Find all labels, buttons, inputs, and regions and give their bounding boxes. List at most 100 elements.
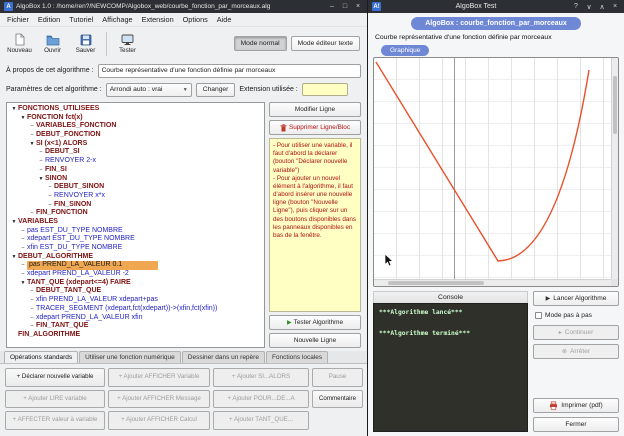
tree-line[interactable]: ▼FONCTION fct(x) (7, 114, 264, 123)
tab-fonctions-locales[interactable]: Fonctions locales (266, 351, 328, 363)
modifier-ligne-button[interactable]: Modifier Ligne (269, 102, 361, 117)
minimize-icon[interactable]: ∨ (584, 3, 594, 11)
expand-arrow-icon[interactable]: ▼ (10, 105, 18, 114)
changer-button[interactable]: Changer (196, 83, 236, 97)
horizontal-scrollbar[interactable] (374, 279, 611, 286)
tree-line[interactable]: ▼FONCTIONS_UTILISEES (7, 105, 264, 114)
close-icon[interactable]: × (353, 3, 363, 10)
tree-line[interactable]: ▼VARIABLES (7, 218, 264, 227)
mode-editeur-texte-button[interactable]: Mode éditeur texte (291, 36, 360, 51)
horizontal-scrollbar-thumb[interactable] (388, 281, 484, 285)
instruction-button[interactable]: + Ajouter SI...ALORS (213, 368, 309, 387)
arrondi-select[interactable]: Arrondi auto : vrai ▼ (106, 83, 192, 97)
tree-line[interactable]: –FIN_FONCTION (7, 209, 264, 218)
extension-input[interactable] (302, 83, 348, 96)
instruction-button[interactable]: Pause (312, 368, 363, 387)
nouvelle-ligne-label: Nouvelle Ligne (294, 337, 336, 344)
tree-branch-line: – (28, 209, 36, 218)
tree-line-text: xdepart EST_DU_TYPE NOMBRE (27, 235, 135, 244)
tree-line[interactable]: ▼SI (x<1) ALORS (7, 140, 264, 149)
checkbox-icon[interactable] (535, 312, 542, 319)
tab-graphique[interactable]: Graphique (381, 45, 429, 56)
instruction-button[interactable]: + AFFECTER valeur à variable (5, 411, 105, 430)
tree-line[interactable]: –VARIABLES_FONCTION (7, 122, 264, 131)
close-icon[interactable]: × (610, 3, 620, 10)
vertical-scrollbar-thumb[interactable] (613, 76, 617, 134)
tab-operations-standards[interactable]: Opérations standards (4, 351, 78, 363)
menu-item-tutoriel[interactable]: Tutoriel (69, 15, 93, 24)
tree-line[interactable]: FIN_ALGORITHME (7, 331, 264, 340)
tree-line[interactable]: –TRACER_SEGMENT (xdepart,fct(xdepart))->… (7, 305, 264, 314)
algorithm-tree[interactable]: ▼FONCTIONS_UTILISEES▼FONCTION fct(x)–VAR… (6, 102, 265, 348)
expand-arrow-icon[interactable]: ▼ (10, 253, 18, 262)
tree-line[interactable]: ▼SINON (7, 175, 264, 184)
expand-arrow-icon[interactable]: ▼ (28, 140, 36, 149)
tree-line[interactable]: –FIN_TANT_QUE (7, 322, 264, 331)
instruction-button[interactable]: + Ajouter AFFICHER Message (108, 390, 210, 409)
instruction-button[interactable]: + Ajouter AFFICHER Calcul (108, 411, 210, 430)
right-titlebar[interactable]: A! AlgoBox Test ? ∨ ∧ × (368, 0, 624, 13)
vertical-scrollbar[interactable] (611, 58, 618, 279)
tree-line[interactable]: –FIN_SI (7, 166, 264, 175)
tree-line[interactable]: ▼TANT_QUE (xdepart<=4) FAIRE (7, 279, 264, 288)
instruction-button[interactable]: + Ajouter AFFICHER Variable (108, 368, 210, 387)
instruction-button[interactable]: Commentaire (312, 390, 363, 409)
expand-arrow-icon[interactable]: ▼ (37, 175, 45, 184)
tree-line[interactable]: –xdepart PREND_LA_VALEUR -2 (7, 270, 264, 279)
tree-line[interactable]: –FIN_SINON (7, 201, 264, 210)
tester-algorithme-button[interactable]: ▶ Tester Algorithme (269, 315, 361, 330)
menu-item-affichage[interactable]: Affichage (102, 15, 132, 24)
mode-normal-button[interactable]: Mode normal (234, 36, 287, 51)
tree-line[interactable]: –DEBUT_TANT_QUE (7, 287, 264, 296)
save-icon (80, 34, 92, 46)
ouvrir-button[interactable]: Ouvrir (37, 29, 68, 59)
tree-line[interactable]: –pas EST_DU_TYPE NOMBRE (7, 227, 264, 236)
graph-plot-area[interactable] (374, 58, 611, 279)
tree-line[interactable]: –DEBUT_SINON (7, 183, 264, 192)
lancer-algorithme-button[interactable]: ▶ Lancer Algorithme (533, 291, 619, 306)
instruction-button[interactable]: + Ajouter POUR...DE...A (213, 390, 309, 409)
expand-arrow-icon[interactable]: ▼ (19, 114, 27, 123)
expand-arrow-icon[interactable]: ▼ (19, 279, 27, 288)
menu-item-fichier[interactable]: Fichier (7, 15, 29, 24)
tree-line[interactable]: –xfin PREND_LA_VALEUR xdepart+pas (7, 296, 264, 305)
instruction-button[interactable]: + Ajouter TANT_QUE... (213, 411, 309, 430)
tree-line[interactable]: –RENVOYER x*x (7, 192, 264, 201)
nouveau-button[interactable]: Nouveau (4, 29, 35, 59)
minimize-icon[interactable]: – (327, 3, 337, 10)
tree-line[interactable]: ▼DEBUT_ALGORITHME (7, 253, 264, 262)
tree-line[interactable]: –xfin EST_DU_TYPE NOMBRE (7, 244, 264, 253)
tree-line[interactable]: –DEBUT_SI (7, 148, 264, 157)
tree-branch-line: – (37, 166, 45, 175)
maximize-icon[interactable]: ∧ (597, 3, 607, 11)
fermer-button[interactable]: Fermer (533, 417, 619, 432)
tree-line[interactable]: –xdepart EST_DU_TYPE NOMBRE (7, 235, 264, 244)
about-input[interactable] (98, 64, 361, 78)
tree-line[interactable]: –RENVOYER 2-x (7, 157, 264, 166)
nouvelle-ligne-button[interactable]: Nouvelle Ligne (269, 333, 361, 348)
instruction-button[interactable]: + Déclarer nouvelle variable (5, 368, 105, 387)
imprimer-pdf-button[interactable]: Imprimer (pdf) (533, 398, 619, 413)
continuer-button[interactable]: ▸ Continuer (533, 325, 619, 340)
left-titlebar[interactable]: A AlgoBox 1.0 : /home/ren?/NEWCOMP/Algob… (0, 0, 367, 13)
tree-line[interactable]: –DEBUT_FONCTION (7, 131, 264, 140)
tab-fonction-numerique[interactable]: Utiliser une fonction numérique (79, 351, 181, 363)
menu-item-edition[interactable]: Edition (38, 15, 60, 24)
expand-arrow-icon[interactable]: ▼ (10, 218, 18, 227)
mode-pas-a-pas-option[interactable]: Mode pas à pas (533, 310, 619, 321)
toolbar: Nouveau Ouvrir Sauver Tester Mode normal… (0, 27, 367, 60)
menu-item-options[interactable]: Options (183, 15, 208, 24)
help-icon[interactable]: ? (571, 3, 581, 10)
tree-line[interactable]: –xdepart PREND_LA_VALEUR xfin (7, 314, 264, 323)
tester-button[interactable]: Tester (112, 29, 143, 59)
console-panel: Console ***Algorithme lancé*** ***Algori… (373, 291, 528, 432)
arreter-button[interactable]: ⊗ Arrêter (533, 344, 619, 359)
menu-item-extension[interactable]: Extension (142, 15, 174, 24)
tab-dessiner-repere[interactable]: Dessiner dans un repère (182, 351, 265, 363)
supprimer-ligne-button[interactable]: Supprimer Ligne/Bloc (269, 120, 361, 135)
sauver-button[interactable]: Sauver (70, 29, 101, 59)
menu-item-aide[interactable]: Aide (217, 15, 232, 24)
instruction-button[interactable]: + Ajouter LIRE variable (5, 390, 105, 409)
maximize-icon[interactable]: □ (340, 3, 350, 10)
tree-line[interactable]: –pas PREND_LA_VALEUR 0.1 (7, 261, 264, 270)
